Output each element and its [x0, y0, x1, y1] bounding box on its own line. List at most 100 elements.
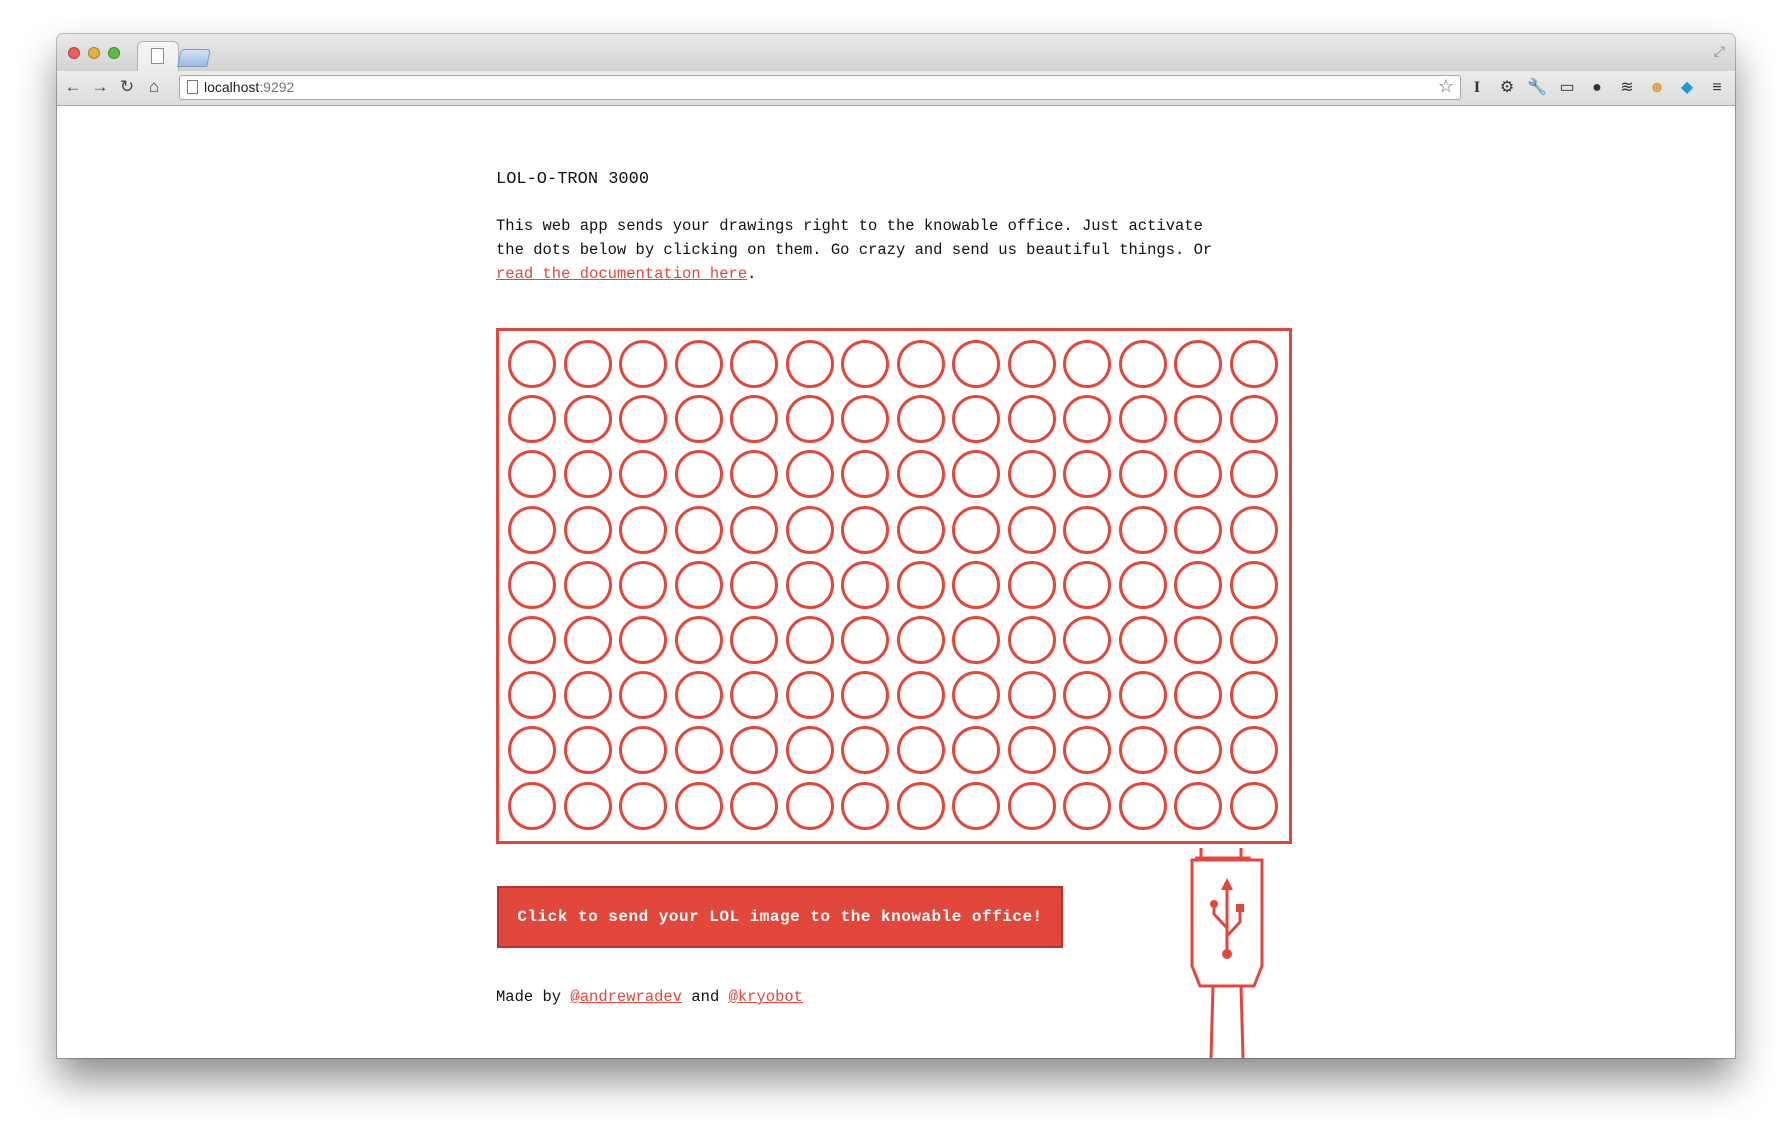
dot-r4-c3[interactable] [674, 560, 723, 609]
dot-r2-c9[interactable] [1007, 450, 1056, 499]
dot-r4-c1[interactable] [563, 560, 612, 609]
dot-r2-c3[interactable] [674, 450, 723, 499]
gear-icon[interactable]: ⚙ [1496, 77, 1518, 99]
close-window-button[interactable] [68, 47, 80, 59]
dot-r4-c9[interactable] [1007, 560, 1056, 609]
reload-icon[interactable]: ↻ [115, 76, 139, 98]
dot-r5-c9[interactable] [1007, 616, 1056, 664]
dot-r1-c3[interactable] [674, 395, 723, 444]
documentation-link[interactable]: read the documentation here [496, 265, 747, 283]
fullscreen-icon[interactable]: ⤢ [1714, 43, 1725, 60]
dot-r2-c2[interactable] [619, 450, 667, 499]
dot-r8-c5[interactable] [785, 781, 834, 830]
dot-r1-c12[interactable] [1174, 395, 1222, 444]
dot-r5-c3[interactable] [674, 616, 723, 664]
dot-r8-c6[interactable] [841, 781, 889, 830]
dot-r7-c7[interactable] [896, 726, 945, 775]
dot-r0-c10[interactable] [1063, 340, 1111, 388]
dot-r5-c7[interactable] [896, 616, 945, 664]
dot-r8-c10[interactable] [1063, 781, 1111, 830]
dot-r3-c5[interactable] [785, 505, 834, 554]
dot-r7-c3[interactable] [674, 726, 723, 775]
dot-r5-c6[interactable] [841, 616, 889, 664]
dot-r1-c1[interactable] [563, 395, 612, 444]
dot-r8-c12[interactable] [1174, 781, 1222, 830]
dot-r2-c12[interactable] [1174, 450, 1222, 499]
dot-r3-c10[interactable] [1063, 505, 1111, 554]
dot-r0-c2[interactable] [619, 340, 667, 388]
dot-r8-c7[interactable] [896, 781, 945, 830]
dot-r7-c11[interactable] [1118, 726, 1167, 775]
dot-r7-c2[interactable] [619, 726, 667, 775]
dot-r0-c12[interactable] [1174, 340, 1222, 388]
dot-r8-c1[interactable] [563, 781, 612, 830]
dot-r3-c4[interactable] [730, 505, 778, 554]
dot-r4-c8[interactable] [952, 560, 1000, 609]
dot-r5-c4[interactable] [730, 616, 778, 664]
dot-r5-c11[interactable] [1118, 616, 1167, 664]
dot-r5-c10[interactable] [1063, 616, 1111, 664]
dot-r3-c2[interactable] [619, 505, 667, 554]
dot-r2-c13[interactable] [1229, 450, 1278, 499]
dot-r3-c13[interactable] [1229, 505, 1278, 554]
dot-r6-c0[interactable] [508, 671, 556, 720]
dot-r4-c6[interactable] [841, 560, 889, 609]
dot-r5-c2[interactable] [619, 616, 667, 664]
dot-r6-c13[interactable] [1229, 671, 1278, 720]
dot-r7-c1[interactable] [563, 726, 612, 775]
circle-icon[interactable]: ● [1586, 77, 1608, 99]
instapaper-icon[interactable]: I [1466, 77, 1488, 99]
dot-r3-c0[interactable] [508, 505, 556, 554]
screenshot-icon[interactable]: ▭ [1556, 77, 1578, 99]
dot-r4-c10[interactable] [1063, 560, 1111, 609]
dot-r1-c8[interactable] [952, 395, 1000, 444]
dot-r7-c13[interactable] [1229, 726, 1278, 775]
dot-r0-c13[interactable] [1229, 340, 1278, 388]
dot-r3-c12[interactable] [1174, 505, 1222, 554]
dot-r1-c7[interactable] [896, 395, 945, 444]
dot-r2-c7[interactable] [896, 450, 945, 499]
dot-r4-c0[interactable] [508, 560, 556, 609]
forward-icon[interactable]: → [88, 76, 112, 98]
dot-r3-c6[interactable] [841, 505, 889, 554]
dot-r0-c6[interactable] [841, 340, 889, 388]
dot-r1-c2[interactable] [619, 395, 667, 444]
dot-r0-c4[interactable] [730, 340, 778, 388]
dot-r3-c8[interactable] [952, 505, 1000, 554]
dot-r6-c11[interactable] [1118, 671, 1167, 720]
dot-r2-c10[interactable] [1063, 450, 1111, 499]
cat-icon[interactable]: ☻ [1646, 77, 1668, 99]
dot-r8-c9[interactable] [1007, 781, 1056, 830]
send-image-button[interactable]: Click to send your LOL image to the know… [497, 886, 1063, 948]
dot-r5-c0[interactable] [508, 616, 556, 664]
address-bar[interactable]: localhost:9292 ☆ [179, 75, 1461, 100]
dot-r6-c2[interactable] [619, 671, 667, 720]
back-icon[interactable]: ← [61, 76, 85, 98]
dot-r7-c5[interactable] [785, 726, 834, 775]
minimize-window-button[interactable] [88, 47, 100, 59]
dot-r6-c4[interactable] [730, 671, 778, 720]
dot-r2-c8[interactable] [952, 450, 1000, 499]
dot-r3-c11[interactable] [1118, 505, 1167, 554]
dot-r6-c12[interactable] [1174, 671, 1222, 720]
dot-r1-c0[interactable] [508, 395, 556, 444]
dot-r6-c8[interactable] [952, 671, 1000, 720]
dot-r4-c7[interactable] [896, 560, 945, 609]
dot-r2-c0[interactable] [508, 450, 556, 499]
dot-r0-c11[interactable] [1118, 340, 1167, 388]
bookmark-star-icon[interactable]: ☆ [1438, 76, 1454, 97]
dot-r7-c0[interactable] [508, 726, 556, 775]
dot-r1-c4[interactable] [730, 395, 778, 444]
dot-r8-c0[interactable] [508, 781, 556, 830]
dot-r1-c10[interactable] [1063, 395, 1111, 444]
dot-r3-c7[interactable] [896, 505, 945, 554]
browser-tab[interactable] [137, 41, 179, 72]
dot-r6-c9[interactable] [1007, 671, 1056, 720]
dot-r0-c5[interactable] [785, 340, 834, 388]
dot-r6-c10[interactable] [1063, 671, 1111, 720]
dot-r6-c7[interactable] [896, 671, 945, 720]
dot-r6-c1[interactable] [563, 671, 612, 720]
dot-r4-c2[interactable] [619, 560, 667, 609]
dot-r5-c8[interactable] [952, 616, 1000, 664]
dot-r6-c6[interactable] [841, 671, 889, 720]
